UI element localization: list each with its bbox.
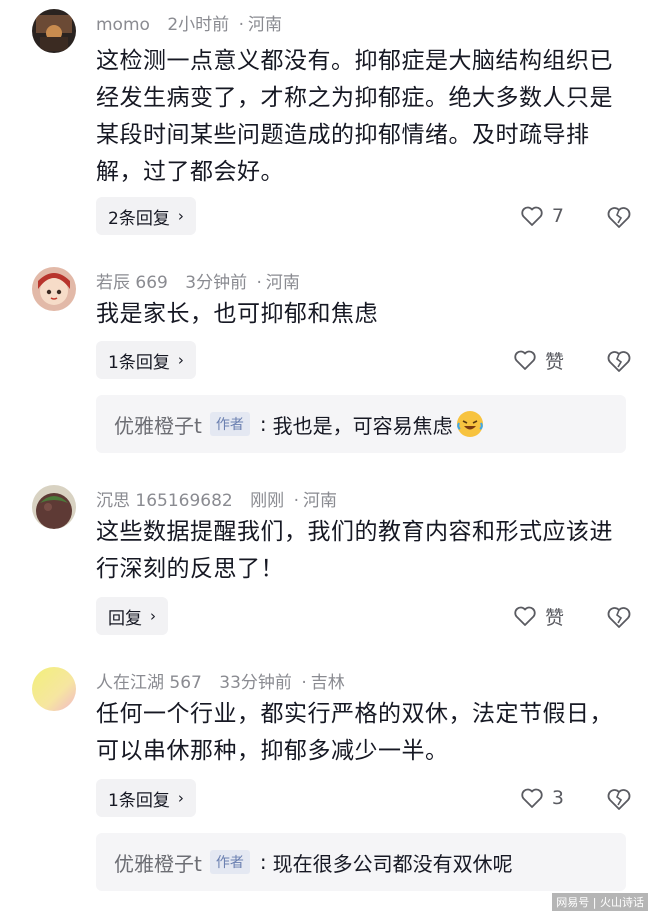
location: 河南 xyxy=(302,491,337,511)
meta-separator: · xyxy=(301,673,307,693)
comment-text: 这些数据提醒我们，我们的教育内容和形式应该进行深刻的反思了！ xyxy=(96,519,613,582)
avatar[interactable] xyxy=(32,9,76,53)
comment-text: 这检测一点意义都没有。抑郁症是大脑结构组织已经发生病变了，才称之为抑郁症。绝大多… xyxy=(96,48,613,185)
sub-reply[interactable]: 优雅橙子t 作者 : 现在很多公司都没有双休呢 xyxy=(96,833,626,891)
like-count: 3 xyxy=(551,787,564,809)
meta-separator: · xyxy=(238,15,244,35)
avatar[interactable] xyxy=(32,485,76,529)
chevron-right-icon: › xyxy=(150,607,156,625)
comment-meta: 沉思 165169682 刚刚 · 河南 xyxy=(96,486,337,511)
username[interactable]: 若辰 669 xyxy=(96,273,168,293)
username[interactable]: momo xyxy=(96,15,150,35)
broken-heart-icon[interactable] xyxy=(606,204,632,230)
like-button[interactable]: 赞 xyxy=(513,601,564,631)
username[interactable]: 人在江湖 567 xyxy=(96,673,202,693)
avatar[interactable] xyxy=(32,667,76,711)
heart-icon xyxy=(521,206,543,226)
reply-label: 2条回复 xyxy=(108,208,170,229)
view-replies-button[interactable]: 1条回复 › xyxy=(96,779,196,817)
timestamp: 刚刚 xyxy=(250,491,285,511)
reply-colon: : xyxy=(259,412,267,436)
chevron-right-icon: › xyxy=(177,207,184,225)
heart-icon xyxy=(514,350,536,370)
location: 吉林 xyxy=(310,673,345,693)
broken-heart-icon[interactable] xyxy=(606,604,632,630)
heart-icon xyxy=(521,788,543,808)
watermark: 网易号 | 火山诗话 xyxy=(552,893,648,911)
like-button[interactable]: 7 xyxy=(520,201,564,231)
meta-separator: · xyxy=(293,491,299,511)
location: 河南 xyxy=(265,273,300,293)
reply-text: 我也是，可容易焦虑 xyxy=(272,413,453,438)
laughing-crying-emoji-icon xyxy=(456,411,483,437)
meta-separator: · xyxy=(256,273,262,293)
reply-button[interactable]: 回复 › xyxy=(96,597,168,635)
reply-author-name[interactable]: 优雅橙子t xyxy=(114,410,202,439)
author-badge: 作者 xyxy=(209,412,250,436)
timestamp: 3分钟前 xyxy=(185,273,248,293)
timestamp: 33分钟前 xyxy=(219,673,292,693)
comment-meta: momo 2小时前 · 河南 xyxy=(96,10,282,35)
sub-reply[interactable]: 优雅橙子t 作者 : 我也是，可容易焦虑 xyxy=(96,395,626,453)
avatar[interactable] xyxy=(32,267,76,311)
reply-text: 现在很多公司都没有双休呢 xyxy=(272,851,513,876)
like-button[interactable]: 3 xyxy=(520,783,564,813)
heart-icon xyxy=(514,606,536,626)
broken-heart-icon[interactable] xyxy=(606,786,632,812)
timestamp: 2小时前 xyxy=(167,15,230,35)
broken-heart-icon[interactable] xyxy=(606,348,632,374)
reply-label: 1条回复 xyxy=(108,352,170,373)
location: 河南 xyxy=(247,15,282,35)
comment-text: 任何一个行业，都实行严格的双休，法定节假日，可以串休那种，抑郁多减少一半。 xyxy=(96,701,613,764)
like-count: 赞 xyxy=(544,350,564,373)
like-count: 7 xyxy=(551,205,564,227)
comment-text: 我是家长，也可抑郁和焦虑 xyxy=(96,301,378,327)
comment-meta: 人在江湖 567 33分钟前 · 吉林 xyxy=(96,668,345,693)
chevron-right-icon: › xyxy=(177,789,184,807)
username[interactable]: 沉思 165169682 xyxy=(96,491,233,511)
reply-label: 回复 xyxy=(108,608,142,629)
reply-author-name[interactable]: 优雅橙子t xyxy=(114,848,202,877)
view-replies-button[interactable]: 2条回复 › xyxy=(96,197,196,235)
author-badge: 作者 xyxy=(209,850,250,874)
view-replies-button[interactable]: 1条回复 › xyxy=(96,341,196,379)
like-button[interactable]: 赞 xyxy=(513,345,564,375)
like-count: 赞 xyxy=(544,606,564,629)
chevron-right-icon: › xyxy=(177,351,184,369)
reply-label: 1条回复 xyxy=(108,790,170,811)
comment-meta: 若辰 669 3分钟前 · 河南 xyxy=(96,268,300,293)
reply-colon: : xyxy=(259,850,267,874)
